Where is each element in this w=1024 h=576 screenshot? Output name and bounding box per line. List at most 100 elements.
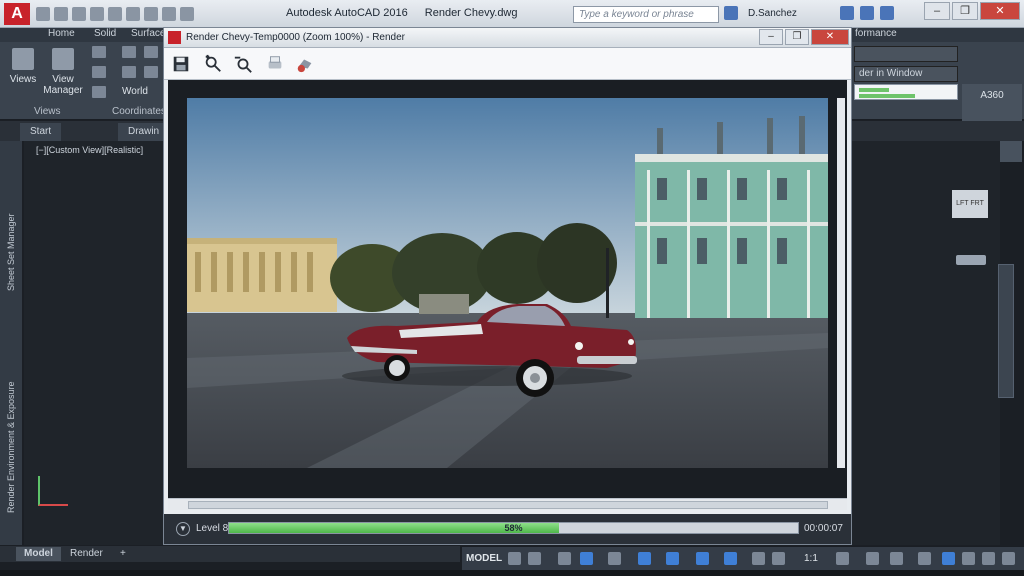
print-icon[interactable] [264,53,286,75]
open-icon[interactable] [54,7,68,21]
viewcube[interactable]: LFT FRT [952,190,988,218]
new-icon[interactable] [36,7,50,21]
annotation-monitor-icon[interactable] [866,552,879,565]
cube-icon [12,48,34,70]
title-bar: A Autodesk AutoCAD 2016 Render Chevy.dwg… [0,0,1024,28]
render-close-button[interactable]: ✕ [811,29,849,45]
object-snap-tracking-icon[interactable] [638,552,651,565]
undo-icon[interactable] [126,7,140,21]
save-icon[interactable] [170,53,192,75]
3d-object-snap-icon[interactable] [696,552,709,565]
tab-home[interactable]: Home [48,28,75,39]
share-icon[interactable] [162,7,176,21]
file-tab-drawing[interactable]: Drawin [118,123,170,141]
quick-access-toolbar [36,5,194,23]
tab-surface[interactable]: Surface [131,28,165,39]
file-tab-start[interactable]: Start [20,123,62,141]
zoom-in-icon[interactable] [202,53,224,75]
tab-performance[interactable]: formance [855,28,897,39]
dropdown-icon[interactable] [180,7,194,21]
views-button[interactable]: Views [2,48,44,85]
annotation-scale-icon[interactable] [772,552,785,565]
grid-icon[interactable] [508,552,521,565]
quick-properties-icon[interactable] [918,552,931,565]
rendered-image [187,98,828,468]
ucs-origin-icon[interactable] [92,66,106,78]
render-window-titlebar[interactable]: Render Chevy-Temp0000 (Zoom 100%) - Rend… [164,28,851,48]
ortho-icon[interactable] [558,552,571,565]
navigation-bar[interactable] [998,264,1014,398]
clean-screen-icon[interactable] [982,552,995,565]
dynamic-ucs-icon[interactable] [724,552,737,565]
polar-icon[interactable] [580,552,593,565]
panel-title-coordinates: Coordinates [112,106,166,117]
tab-solid[interactable]: Solid [94,28,116,39]
cancel-render-icon[interactable] [294,53,316,75]
render-window: Render Chevy-Temp0000 (Zoom 100%) - Rend… [163,27,852,545]
units-icon[interactable] [890,552,903,565]
scrollbar-thumb[interactable] [188,501,828,509]
viewport-controls[interactable]: [−][Custom View][Realistic] [36,145,143,155]
search-input[interactable]: Type a keyword or phrase [573,6,719,23]
user-signin[interactable]: D.Sanchez [748,8,797,19]
layout-tab-model[interactable]: Model [16,547,61,561]
status-bar: MODEL 1:1 [462,546,1024,570]
quality-bar [859,94,915,98]
window-title: Autodesk AutoCAD 2016 Render Chevy.dwg [286,7,518,19]
render-progress-text: 58% [504,523,523,533]
save-as-icon[interactable] [90,7,104,21]
render-canvas[interactable] [168,80,847,498]
customization-icon[interactable] [1002,552,1015,565]
plot-icon[interactable] [108,7,122,21]
file-tab-drawing-label: Drawin [128,126,160,137]
autodesk360-icon[interactable] [860,6,874,20]
window-controls: – ❐ ✕ [924,2,1020,20]
close-button[interactable]: ✕ [980,2,1020,20]
isodraft-icon[interactable] [608,552,621,565]
maximize-button[interactable]: ❐ [952,2,978,20]
minimize-button[interactable]: – [924,2,950,20]
autocad-window: A Autodesk AutoCAD 2016 Render Chevy.dwg… [0,0,1024,576]
save-icon[interactable] [72,7,86,21]
panel-title-views: Views [34,106,61,117]
render-environment-tab[interactable]: Render Environment & Exposure [6,381,16,513]
ucs-3point-icon[interactable] [144,66,158,78]
title-icons [724,6,738,20]
ucs-icon[interactable] [92,46,106,58]
render-preset-combo[interactable] [854,46,958,62]
redo-icon[interactable] [144,7,158,21]
navigation-bar-toggle[interactable] [956,255,986,265]
title-tools [840,6,894,20]
isolate-objects-icon[interactable] [962,552,975,565]
ucs-y-icon[interactable] [122,66,136,78]
render-output-combo[interactable]: der in Window [854,66,958,82]
model-space-toggle[interactable]: MODEL [466,553,502,564]
hardware-acceleration-icon[interactable] [942,552,955,565]
help-icon[interactable] [880,6,894,20]
ucs-named-icon[interactable] [92,86,106,98]
workspace-gear-icon[interactable] [836,552,849,565]
render-minimize-button[interactable]: – [759,29,783,45]
render-maximize-button[interactable]: ❐ [785,29,809,45]
snap-icon[interactable] [528,552,541,565]
render-quality-meter [854,84,958,100]
exchange-icon[interactable] [840,6,854,20]
render-window-logo [168,31,181,44]
ucs-x-icon[interactable] [122,46,136,58]
add-layout-button[interactable]: + [112,547,134,561]
binoculars-icon[interactable] [724,6,738,20]
annotation-visibility-icon[interactable] [752,552,765,565]
render-horizontal-scrollbar[interactable] [168,498,847,510]
layout-tab-render[interactable]: Render [62,547,111,561]
expand-collapse-icon[interactable]: ▼ [176,522,190,536]
sheet-set-manager-tab[interactable]: Sheet Set Manager [6,213,16,291]
render-vertical-scrollbar[interactable] [837,98,845,468]
ucs-world-dropdown[interactable]: World [122,86,148,97]
zoom-out-icon[interactable] [232,53,254,75]
object-snap-icon[interactable] [666,552,679,565]
application-menu-button[interactable]: A [4,3,30,25]
add-layout-label: + [120,548,126,559]
view-manager-button[interactable]: View Manager [42,48,84,96]
ucs-z-icon[interactable] [144,46,158,58]
annotation-scale[interactable]: 1:1 [804,553,818,564]
